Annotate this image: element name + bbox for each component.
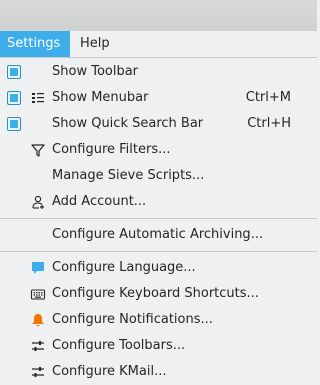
- menu-item-configure-filters[interactable]: Configure Filters...: [0, 137, 317, 163]
- menu-item-show-toolbar[interactable]: Show Toolbar: [0, 59, 317, 85]
- menu-item-label: Configure KMail...: [52, 364, 167, 379]
- menu-item-manage-sieve-scripts[interactable]: Manage Sieve Scripts...: [0, 163, 317, 189]
- menu-item-label: Configure Automatic Archiving...: [52, 227, 264, 242]
- menu-item-configure-language[interactable]: Configure Language...: [0, 255, 317, 281]
- window-titlebar: [0, 0, 317, 31]
- menu-item-label: Show Toolbar: [52, 64, 139, 79]
- menu-item-label: Manage Sieve Scripts...: [52, 168, 205, 183]
- shortcut-label: Ctrl+H: [247, 116, 291, 131]
- menu-item-label: Configure Filters...: [52, 142, 171, 157]
- menu-item-label: Show Menubar: [52, 90, 149, 105]
- checkbox-checked[interactable]: [7, 91, 21, 105]
- configure-icon: [30, 338, 46, 354]
- shortcut-label: Ctrl+M: [245, 90, 291, 105]
- menu-item-configure-notifications[interactable]: Configure Notifications...: [0, 307, 317, 333]
- menu-item-configure-automatic-archiving[interactable]: Configure Automatic Archiving...: [0, 222, 317, 248]
- menu-item-label: Configure Toolbars...: [52, 338, 186, 353]
- menu-item-show-quick-search-bar[interactable]: Show Quick Search Bar Ctrl+H: [0, 111, 317, 137]
- menu-item-label: Configure Language...: [52, 260, 196, 275]
- filter-icon: [30, 142, 46, 158]
- menu-separator: [0, 218, 317, 219]
- menu-item-label: Show Quick Search Bar: [52, 116, 204, 131]
- menu-item-show-menubar[interactable]: Show Menubar Ctrl+M: [0, 85, 317, 111]
- bell-icon: [30, 312, 46, 328]
- menu-item-label: Add Account...: [52, 194, 147, 209]
- menu-separator: [0, 251, 317, 252]
- menu-item-configure-kmail[interactable]: Configure KMail...: [0, 359, 317, 385]
- settings-menu: Show Toolbar Show Menubar Ctrl+M Show Qu…: [0, 58, 317, 383]
- menu-settings[interactable]: Settings: [0, 31, 70, 57]
- menu-item-configure-keyboard-shortcuts[interactable]: Configure Keyboard Shortcuts...: [0, 281, 317, 307]
- menu-item-add-account[interactable]: Add Account...: [0, 189, 317, 215]
- menu-item-label: Configure Notifications...: [52, 312, 213, 327]
- menu-help[interactable]: Help: [73, 31, 117, 57]
- menubar-icon: [30, 90, 46, 106]
- checkbox-checked[interactable]: [7, 65, 21, 79]
- menubar: Settings Help: [0, 31, 317, 58]
- menu-item-configure-toolbars[interactable]: Configure Toolbars...: [0, 333, 317, 359]
- add-user-icon: [30, 194, 46, 210]
- keyboard-icon: [30, 286, 46, 302]
- language-icon: [30, 260, 46, 276]
- menu-item-label: Configure Keyboard Shortcuts...: [52, 286, 259, 301]
- configure-icon: [30, 364, 46, 380]
- checkbox-checked[interactable]: [7, 117, 21, 131]
